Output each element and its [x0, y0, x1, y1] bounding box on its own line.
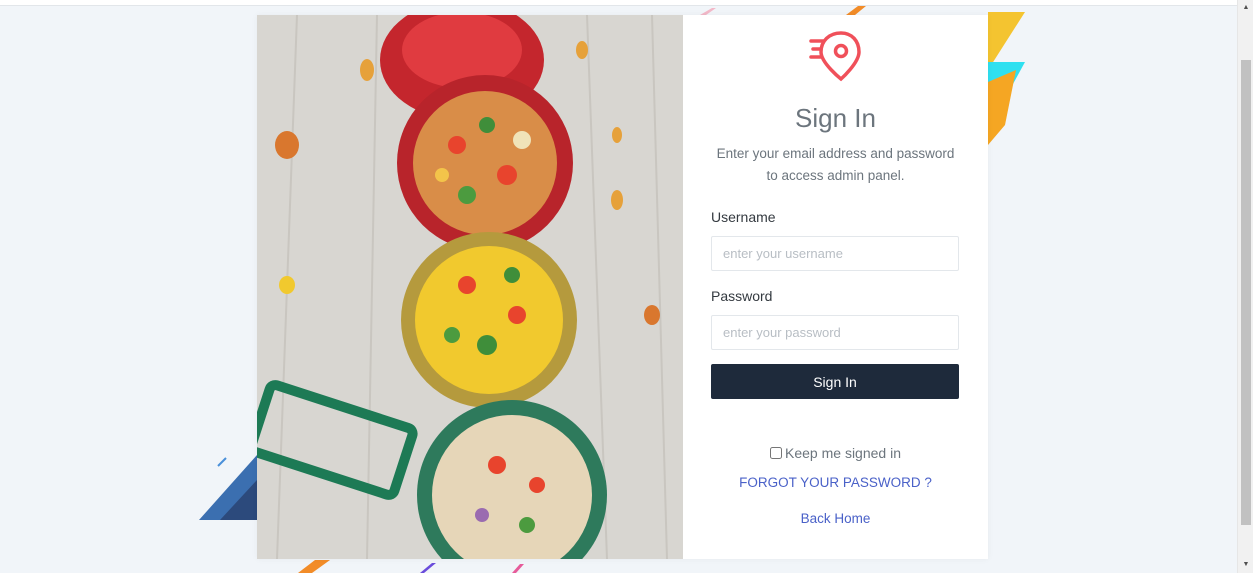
fast-delivery-location-pin-icon [809, 31, 861, 82]
red-lid-top [402, 15, 522, 88]
forgot-password-link[interactable]: FORGOT YOUR PASSWORD ? [683, 475, 988, 490]
page-subtitle: Enter your email address and password to… [716, 146, 955, 183]
red-bowl-food [413, 91, 557, 235]
sign-in-card: Sign In Enter your email address and pas… [257, 15, 988, 559]
back-home-link[interactable]: Back Home [683, 511, 988, 526]
password-label: Password [711, 288, 773, 304]
deco-amber-top [988, 70, 1016, 145]
corn-bowl-food [415, 246, 563, 394]
page-scrollbar[interactable]: ▲ ▼ [1237, 0, 1253, 573]
deco-pink-top-center [700, 8, 716, 15]
password-input[interactable] [711, 315, 959, 350]
sign-in-form: Sign In Enter your email address and pas… [683, 15, 988, 559]
scroll-thumb[interactable] [1241, 60, 1251, 525]
keep-signed-in: Keep me signed in [683, 445, 988, 461]
deco-orange-top [988, 12, 1025, 70]
username-label: Username [711, 209, 776, 225]
food-photo [257, 15, 683, 559]
sign-in-button[interactable]: Sign In [711, 364, 959, 399]
page-title: Sign In [795, 103, 876, 133]
keep-signed-in-label[interactable]: Keep me signed in [785, 445, 901, 461]
food-tiffin-illustration [257, 15, 683, 559]
deco-pink-bottom [512, 564, 524, 573]
scroll-up-arrow-icon[interactable]: ▲ [1238, 0, 1253, 16]
deco-purple-bottom [420, 563, 436, 573]
deco-line-left [217, 457, 227, 467]
scroll-down-arrow-icon[interactable]: ▼ [1238, 557, 1253, 573]
deco-orange-bottom [298, 560, 330, 573]
deco-orange-top-center [846, 6, 866, 15]
keep-signed-in-checkbox[interactable] [770, 447, 783, 459]
username-input[interactable] [711, 236, 959, 271]
